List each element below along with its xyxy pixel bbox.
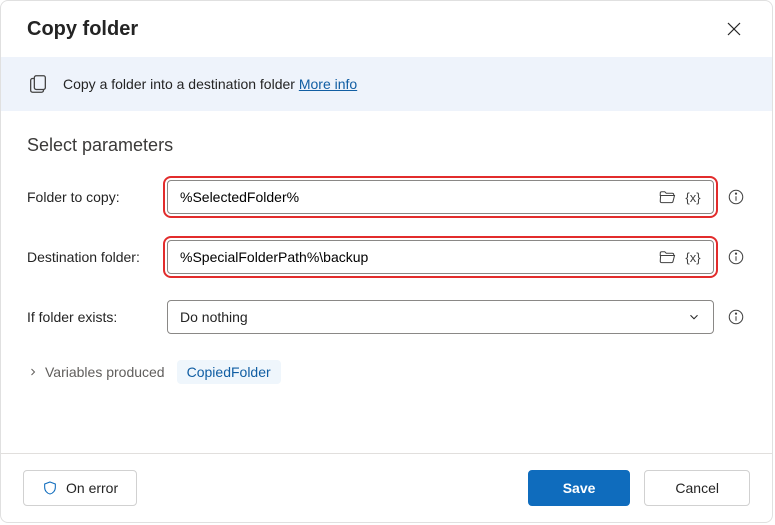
banner-text-wrap: Copy a folder into a destination folder … xyxy=(63,76,357,92)
more-info-link[interactable]: More info xyxy=(299,76,357,92)
info-icon[interactable] xyxy=(726,247,746,267)
cancel-label: Cancel xyxy=(675,480,719,496)
dialog-footer: On error Save Cancel xyxy=(1,453,772,522)
insert-variable-icon[interactable]: {x} xyxy=(683,187,703,207)
banner-text: Copy a folder into a destination folder xyxy=(63,76,295,92)
save-label: Save xyxy=(563,480,596,496)
cancel-button[interactable]: Cancel xyxy=(644,470,750,506)
variables-produced-label: Variables produced xyxy=(45,364,165,380)
folder-to-copy-label: Folder to copy: xyxy=(27,189,167,205)
browse-folder-icon[interactable] xyxy=(657,247,677,267)
on-error-button[interactable]: On error xyxy=(23,470,137,506)
chevron-down-icon xyxy=(687,310,701,324)
dialog-header: Copy folder xyxy=(1,1,772,57)
info-icon[interactable] xyxy=(726,307,746,327)
destination-folder-field[interactable]: {x} xyxy=(167,240,714,274)
copy-folder-dialog: Copy folder Copy a folder into a destina… xyxy=(0,0,773,523)
destination-folder-label: Destination folder: xyxy=(27,249,167,265)
close-button[interactable] xyxy=(722,17,746,41)
info-banner: Copy a folder into a destination folder … xyxy=(1,57,772,111)
destination-folder-input[interactable] xyxy=(178,248,651,266)
save-button[interactable]: Save xyxy=(528,470,631,506)
dialog-title: Copy folder xyxy=(27,18,138,41)
browse-folder-icon[interactable] xyxy=(657,187,677,207)
section-title: Select parameters xyxy=(27,135,746,156)
insert-variable-icon[interactable]: {x} xyxy=(683,247,703,267)
param-row-destination-folder: Destination folder: {x} xyxy=(27,240,746,274)
variables-produced-toggle[interactable]: Variables produced xyxy=(27,364,165,380)
param-row-folder-to-copy: Folder to copy: {x} xyxy=(27,180,746,214)
close-icon xyxy=(726,21,742,37)
info-icon[interactable] xyxy=(726,187,746,207)
dialog-content: Select parameters Folder to copy: {x} xyxy=(1,111,772,453)
chevron-right-icon xyxy=(27,366,39,378)
variables-produced-row: Variables produced CopiedFolder xyxy=(27,360,746,384)
shield-icon xyxy=(42,480,58,496)
on-error-label: On error xyxy=(66,480,118,496)
if-exists-select[interactable]: Do nothing xyxy=(167,300,714,334)
folder-to-copy-input[interactable] xyxy=(178,188,651,206)
folder-to-copy-field[interactable]: {x} xyxy=(167,180,714,214)
if-exists-value: Do nothing xyxy=(180,309,248,325)
if-exists-label: If folder exists: xyxy=(27,309,167,325)
copy-folder-icon xyxy=(27,73,49,95)
variable-chip-copied-folder[interactable]: CopiedFolder xyxy=(177,360,281,384)
param-row-if-exists: If folder exists: Do nothing xyxy=(27,300,746,334)
